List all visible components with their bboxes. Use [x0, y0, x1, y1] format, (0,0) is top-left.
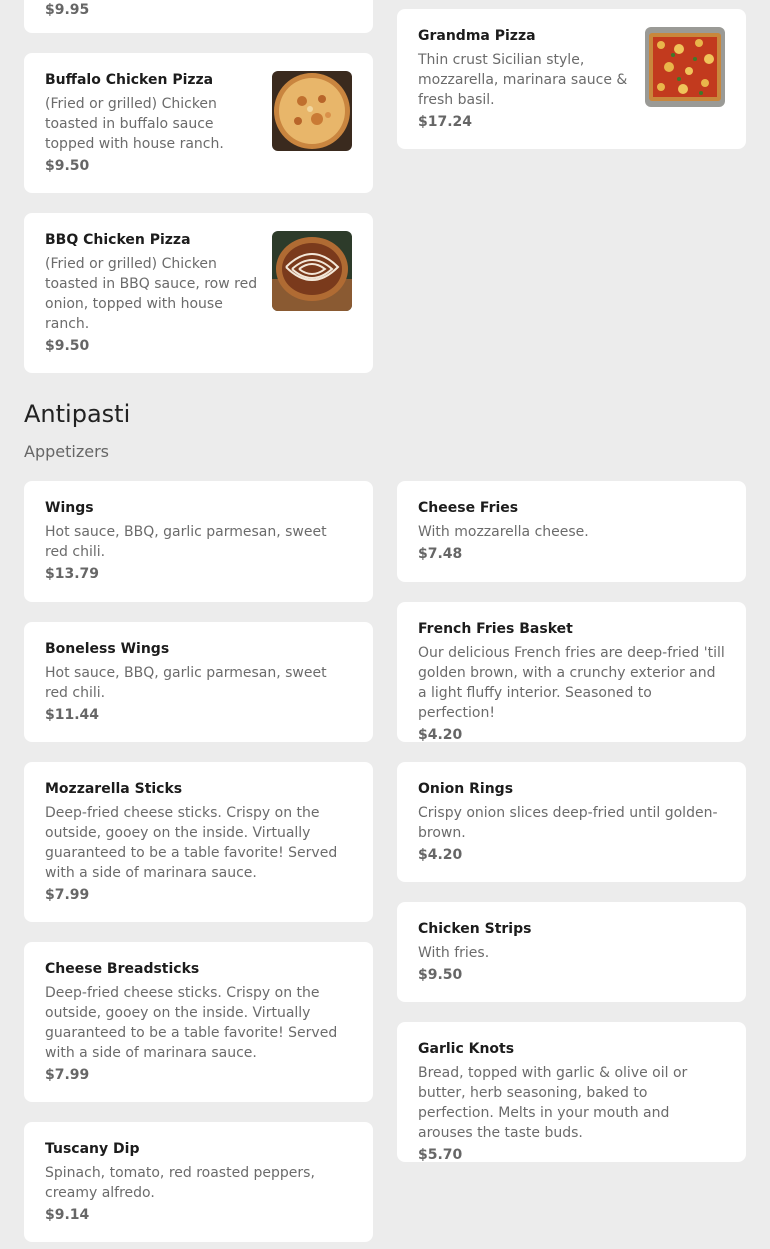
item-description: Deep-fried cheese sticks. Crispy on the … [45, 805, 338, 881]
item-description: With fries. [418, 945, 490, 961]
item-name: Boneless Wings [45, 641, 170, 657]
item-name: Tuscany Dip [45, 1141, 140, 1157]
item-name: Wings [45, 500, 94, 516]
menu-item-card-cheese-fries[interactable]: Cheese Fries With mozzarella cheese. $7.… [397, 481, 746, 582]
item-name: Buffalo Chicken Pizza [45, 72, 214, 88]
item-description: (Fried or grilled) Chicken toasted in BB… [45, 256, 258, 332]
item-name: BBQ Chicken Pizza [45, 232, 191, 248]
item-price: $7.99 [45, 887, 90, 903]
item-description: Spinach, tomato, red roasted peppers, cr… [45, 1165, 315, 1201]
menu-item-card-tuscany-dip[interactable]: Tuscany Dip Spinach, tomato, red roasted… [24, 1122, 373, 1242]
item-description: Our delicious French fries are deep-frie… [418, 645, 725, 721]
item-description: (Fried or grilled) Chicken toasted in bu… [45, 96, 224, 152]
menu-item-card-french-fries-basket[interactable]: French Fries Basket Our delicious French… [397, 602, 746, 743]
item-name: Mozzarella Sticks [45, 781, 183, 797]
item-description: Deep-fried cheese sticks. Crispy on the … [45, 985, 338, 1061]
item-price: $9.50 [418, 967, 463, 983]
item-description: Thin crust Sicilian style, mozzarella, m… [418, 52, 628, 108]
grandma-pizza-image[interactable] [645, 27, 725, 107]
menu-item-card-garlic-knots[interactable]: Garlic Knots Bread, topped with garlic &… [397, 1022, 746, 1163]
item-price: $9.95 [45, 2, 90, 18]
grandma-pizza-photo-icon [645, 27, 725, 107]
item-price: $7.99 [45, 1067, 90, 1083]
item-name: Cheese Fries [418, 500, 519, 516]
item-name: Grandma Pizza [418, 28, 536, 44]
item-price: $5.70 [418, 1147, 463, 1163]
item-description: Crispy onion slices deep-fried until gol… [418, 805, 718, 841]
menu-item-card-wings[interactable]: Wings Hot sauce, BBQ, garlic parmesan, s… [24, 481, 373, 602]
menu-item-card-cheese-breadsticks[interactable]: Cheese Breadsticks Deep-fried cheese sti… [24, 942, 373, 1102]
item-price: $7.48 [418, 546, 463, 562]
item-price: $4.20 [418, 727, 463, 743]
menu-item-card-bbq-chicken-pizza[interactable]: BBQ Chicken Pizza (Fried or grilled) Chi… [24, 213, 373, 373]
menu-item-card-buffalo-chicken-pizza[interactable]: Buffalo Chicken Pizza (Fried or grilled)… [24, 53, 373, 193]
item-description: With mozzarella cheese. [418, 524, 589, 540]
bbq-chicken-pizza-image[interactable] [272, 231, 352, 311]
item-name: Garlic Knots [418, 1041, 515, 1057]
menu-item-card-partial[interactable]: $9.95 [24, 0, 373, 33]
item-description: Bread, topped with garlic & olive oil or… [418, 1065, 688, 1141]
item-name: French Fries Basket [418, 621, 573, 637]
buffalo-chicken-pizza-image[interactable] [272, 71, 352, 151]
bbq-chicken-pizza-photo-icon [272, 231, 352, 311]
item-name: Chicken Strips [418, 921, 532, 937]
item-price: $9.14 [45, 1207, 90, 1223]
menu-item-card-mozzarella-sticks[interactable]: Mozzarella Sticks Deep-fried cheese stic… [24, 762, 373, 922]
menu-item-card-chicken-strips[interactable]: Chicken Strips With fries. $9.50 [397, 902, 746, 1002]
item-description: Hot sauce, BBQ, garlic parmesan, sweet r… [45, 524, 327, 560]
menu-item-card-boneless-wings[interactable]: Boneless Wings Hot sauce, BBQ, garlic pa… [24, 622, 373, 742]
item-price: $11.44 [45, 707, 100, 723]
item-price: $13.79 [45, 566, 100, 582]
menu-item-card-onion-rings[interactable]: Onion Rings Crispy onion slices deep-fri… [397, 762, 746, 882]
item-description: Hot sauce, BBQ, garlic parmesan, sweet r… [45, 665, 327, 701]
buffalo-chicken-pizza-photo-icon [272, 71, 352, 151]
item-price: $17.24 [418, 114, 473, 130]
section-title: Antipasti [24, 400, 131, 428]
item-name: Onion Rings [418, 781, 514, 797]
section-subtitle: Appetizers [24, 442, 109, 461]
item-name: Cheese Breadsticks [45, 961, 200, 977]
menu-item-card-grandma-pizza[interactable]: Grandma Pizza Thin crust Sicilian style,… [397, 9, 746, 149]
item-price: $9.50 [45, 338, 90, 354]
item-price: $4.20 [418, 847, 463, 863]
item-price: $9.50 [45, 158, 90, 174]
